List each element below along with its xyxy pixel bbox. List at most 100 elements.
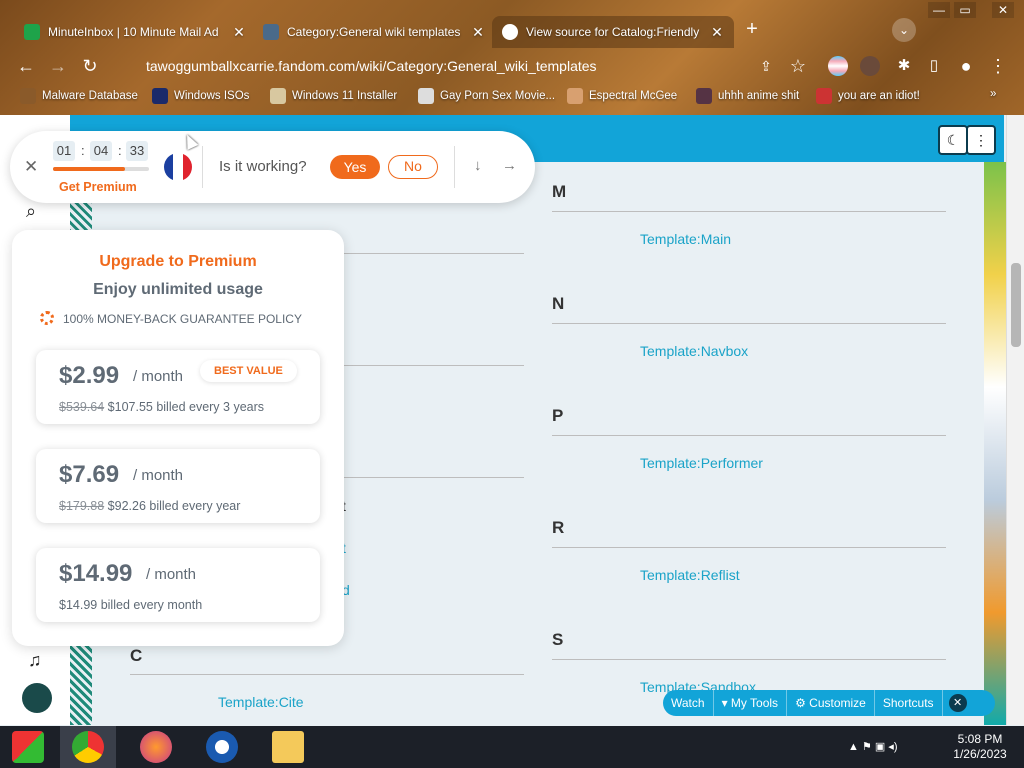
folder-icon (20, 88, 36, 104)
x-icon (152, 88, 168, 104)
start-icon[interactable] (12, 731, 44, 763)
yes-button[interactable]: Yes (330, 155, 380, 179)
close-icon[interactable]: ✕ (948, 694, 967, 712)
avatar-extension-icon[interactable] (860, 56, 880, 76)
divider (454, 146, 455, 188)
france-flag-icon[interactable] (164, 153, 192, 181)
tab-view-source[interactable]: View source for Catalog:Friendly ✕ (492, 16, 734, 48)
bookmark-anime[interactable]: uhhh anime shit (696, 88, 799, 104)
my-tools-button[interactable]: ▾ My Tools (714, 690, 788, 716)
close-icon[interactable]: ✕ (232, 24, 246, 41)
plan-price: $14.99 (59, 560, 133, 587)
tray-overflow-icon[interactable]: ▲ ⚑ ▣ ◂) (848, 740, 898, 753)
template-link[interactable]: Template:Main (640, 231, 731, 247)
timer-progress-fill (53, 167, 125, 171)
sidebar-icon[interactable]: ▯ (922, 54, 946, 78)
close-icon[interactable]: ✕ (24, 157, 38, 177)
avatar[interactable] (22, 683, 52, 713)
page-icon (270, 88, 286, 104)
background-art (984, 162, 1006, 725)
address-bar[interactable]: tawoggumballxcarrie.fandom.com/wiki/Cate… (118, 52, 818, 80)
profile-icon[interactable]: ● (954, 54, 978, 78)
bookmark-malware-database[interactable]: Malware Database (20, 88, 138, 104)
close-icon[interactable]: ✕ (471, 24, 485, 41)
page-scrollbar[interactable] (1006, 115, 1024, 725)
customize-button[interactable]: ⚙ Customize (787, 690, 875, 716)
get-premium-link[interactable]: Get Premium (59, 180, 137, 194)
divider (552, 211, 946, 212)
chrome-icon[interactable] (72, 731, 104, 763)
tab-title: MinuteInbox | 10 Minute Mail Ad (48, 25, 219, 39)
template-link[interactable]: Template:Cite (218, 694, 304, 710)
reload-icon[interactable]: ↻ (78, 54, 102, 78)
bookmark-star-icon[interactable]: ☆ (786, 54, 810, 78)
more-bookmarks-icon[interactable]: » (990, 88, 996, 100)
bookmark-windows11[interactable]: Windows 11 Installer (270, 88, 397, 104)
billing-text: $92.26 billed every year (107, 499, 241, 513)
share-icon[interactable]: ⇪ (754, 54, 778, 78)
tab-search-button[interactable]: ⌄ (892, 18, 916, 42)
back-icon[interactable]: ← (14, 54, 38, 78)
close-icon[interactable]: ✕ (710, 24, 724, 41)
bookmark-label: Malware Database (42, 90, 138, 102)
taskbar: ▲ ⚑ ▣ ◂) (0, 726, 1024, 768)
forward-icon[interactable]: → (46, 54, 70, 78)
search-icon[interactable]: ⌕ (26, 201, 36, 222)
minuteinbox-favicon-icon (24, 24, 40, 40)
bookmark-label: Espectral McGee (589, 90, 678, 102)
bookmarks-bar: Malware Database Windows ISOs Windows 11… (0, 86, 1024, 110)
bookmark-movie[interactable]: Gay Porn Sex Movie... (418, 88, 555, 104)
bookmark-label: Gay Porn Sex Movie... (440, 90, 556, 102)
bell-icon[interactable]: ♫ (28, 650, 42, 671)
scroll-thumb[interactable] (1011, 263, 1021, 347)
divider (552, 323, 946, 324)
arrow-right-icon[interactable]: → (502, 157, 517, 174)
file-explorer-icon[interactable] (272, 731, 304, 763)
firefox-icon[interactable] (140, 731, 172, 763)
tab-minuteinbox[interactable]: MinuteInbox | 10 Minute Mail Ad ✕ (14, 16, 256, 48)
timer-separator: : (118, 143, 122, 158)
gear-icon: ⚙ (795, 696, 810, 710)
clock[interactable]: 5:08 PM 1/26/2023 (942, 732, 1018, 762)
plan-card-monthly[interactable]: $14.99 / month $14.99 billed every month (36, 548, 320, 622)
tab-category-templates[interactable]: Category:General wiki templates ✕ (253, 16, 495, 48)
divider (130, 674, 524, 675)
plan-card-3year[interactable]: $2.99 / month BEST VALUE $539.64 $107.55… (36, 350, 320, 424)
extensions-icon[interactable]: ✱ (892, 54, 916, 78)
my-tools-label: My Tools (730, 696, 779, 710)
divider (552, 547, 946, 548)
timer-hours: 01 (53, 141, 75, 161)
browser-chrome: — ▭ ✕ MinuteInbox | 10 Minute Mail Ad ✕ … (0, 0, 1024, 115)
section-letter: S (552, 630, 564, 649)
moon-icon[interactable]: ☾ (938, 125, 968, 155)
plan-billing: $179.88 $92.26 billed every year (59, 499, 240, 513)
no-button[interactable]: No (388, 155, 438, 179)
menu-icon[interactable]: ⋮ (986, 54, 1010, 78)
shortcuts-button[interactable]: Shortcuts (875, 690, 943, 716)
section-letter: R (552, 518, 565, 537)
plan-price: $2.99 (59, 362, 120, 389)
billing-text: $107.55 billed every 3 years (107, 400, 265, 414)
divider (202, 146, 203, 188)
app-icon[interactable] (206, 731, 238, 763)
customize-label: Customize (809, 696, 866, 710)
template-link[interactable]: Template:Reflist (640, 567, 740, 583)
bookmark-windows-isos[interactable]: Windows ISOs (152, 88, 249, 104)
bookmark-idiot[interactable]: you are an idiot! (816, 88, 920, 104)
more-icon[interactable]: ⋮ (966, 125, 996, 155)
best-value-badge: BEST VALUE (200, 360, 297, 382)
template-link[interactable]: Template:Navbox (640, 343, 748, 359)
caret-icon: ▾ (721, 696, 731, 710)
anime-icon (696, 88, 712, 104)
template-link[interactable]: Template:Performer (640, 455, 763, 471)
new-tab-button[interactable]: + (740, 18, 764, 42)
plan-period: / month (146, 566, 197, 583)
section-letter: C (130, 646, 143, 665)
tab-strip: MinuteInbox | 10 Minute Mail Ad ✕ Catego… (0, 12, 1024, 48)
plan-card-yearly[interactable]: $7.69 / month $179.88 $92.26 billed ever… (36, 449, 320, 523)
watch-button[interactable]: Watch (663, 690, 714, 716)
trans-flag-extension-icon[interactable] (828, 56, 848, 76)
bookmark-espectral[interactable]: Espectral McGee (567, 88, 677, 104)
premium-popup: Upgrade to Premium Enjoy unlimited usage… (12, 230, 344, 646)
download-icon[interactable]: ↓ (474, 157, 482, 174)
